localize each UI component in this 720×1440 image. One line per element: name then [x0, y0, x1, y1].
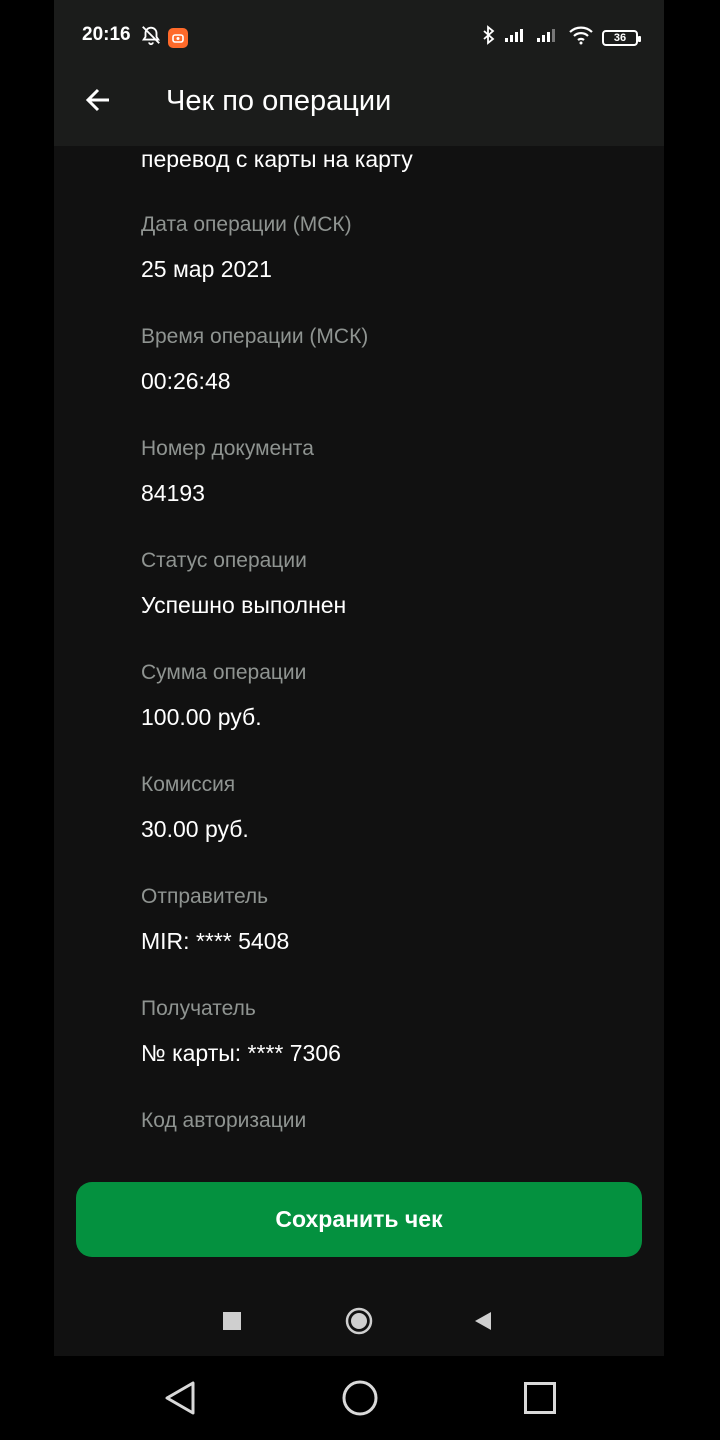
row-value: 25 мар 2021: [141, 256, 272, 282]
battery-icon: 36: [602, 29, 641, 46]
operation-type-value: перевод с карты на карту: [141, 146, 413, 172]
row-value: 100.00 руб.: [141, 704, 262, 730]
phone-mirror: 20:16 36 Чек по операции перевод с карты…: [54, 0, 664, 1356]
signal-icon: [536, 27, 560, 48]
row-label: Комиссия: [141, 773, 236, 796]
bottom-area: Сохранить чек: [54, 1156, 664, 1356]
row-label: Код авторизации: [141, 1109, 307, 1132]
signal-icon: [504, 27, 528, 48]
circle-outline-icon: [342, 1380, 378, 1416]
system-back-button[interactable]: [160, 1378, 200, 1418]
row-label: Дата операции (МСК): [141, 213, 352, 236]
receipt-row-date: Дата операции (МСК) 25 мар 2021: [141, 212, 641, 324]
row-label: Сумма операции: [141, 661, 307, 684]
back-nav-button[interactable]: [468, 1306, 498, 1336]
row-label: Статус операции: [141, 549, 307, 572]
row-value: № карты: **** 7306: [141, 1040, 341, 1066]
receipt-row-auth-code: Код авторизации 245306: [141, 1108, 641, 1156]
arrow-left-icon: [85, 88, 109, 112]
mi-app-icon: [168, 27, 188, 48]
row-value: 84193: [141, 480, 205, 506]
receipt-row-document-number: Номер документа 84193: [141, 436, 641, 548]
row-label: Время операции (МСК): [141, 325, 369, 348]
system-home-button[interactable]: [340, 1378, 380, 1418]
receipt-row-recipient: Получатель № карты: **** 7306: [141, 996, 641, 1108]
save-receipt-button[interactable]: Сохранить чек: [76, 1182, 642, 1257]
receipt-content[interactable]: перевод с карты на карту Дата операции (…: [54, 146, 664, 1156]
row-label: Номер документа: [141, 437, 314, 460]
triangle-back-icon: [475, 1312, 491, 1330]
alarm-off-icon: [140, 24, 162, 51]
page-title: Чек по операции: [166, 85, 392, 117]
status-left-icons: [140, 24, 188, 51]
receipt-row-status: Статус операции Успешно выполнен: [141, 548, 641, 660]
triangle-outline-icon: [165, 1381, 195, 1415]
status-time: 20:16: [82, 24, 131, 45]
receipt-row-commission: Комиссия 30.00 руб.: [141, 772, 641, 884]
square-outline-icon: [524, 1382, 556, 1414]
receipt-row-amount: Сумма операции 100.00 руб.: [141, 660, 641, 772]
row-value: 00:26:48: [141, 368, 231, 394]
receipt-row-time: Время операции (МСК) 00:26:48: [141, 324, 641, 436]
battery-level: 36: [613, 31, 627, 44]
system-navigation-bar: [0, 1356, 720, 1440]
bluetooth-icon: [482, 25, 496, 50]
circle-icon: [345, 1307, 373, 1335]
system-recents-button[interactable]: [520, 1378, 560, 1418]
wifi-icon: [568, 25, 594, 50]
app-bar: Чек по операции: [54, 60, 664, 146]
row-value: Успешно выполнен: [141, 592, 347, 618]
row-label: Получатель: [141, 997, 256, 1020]
row-value: MIR: **** 5408: [141, 928, 290, 954]
status-right-icons: 36: [482, 25, 641, 50]
row-label: Отправитель: [141, 885, 269, 908]
inner-navigation-bar: [54, 1296, 664, 1346]
home-button[interactable]: [344, 1306, 374, 1336]
screen: 20:16 36 Чек по операции перевод с карты…: [0, 0, 720, 1440]
receipt-row-sender: Отправитель MIR: **** 5408: [141, 884, 641, 996]
row-value: 30.00 руб.: [141, 816, 249, 842]
receipt-rows: Дата операции (МСК) 25 мар 2021 Время оп…: [141, 212, 641, 1156]
status-bar: 20:16 36: [54, 0, 664, 60]
back-button[interactable]: [76, 78, 120, 122]
square-icon: [223, 1312, 241, 1330]
recents-button[interactable]: [217, 1306, 247, 1336]
